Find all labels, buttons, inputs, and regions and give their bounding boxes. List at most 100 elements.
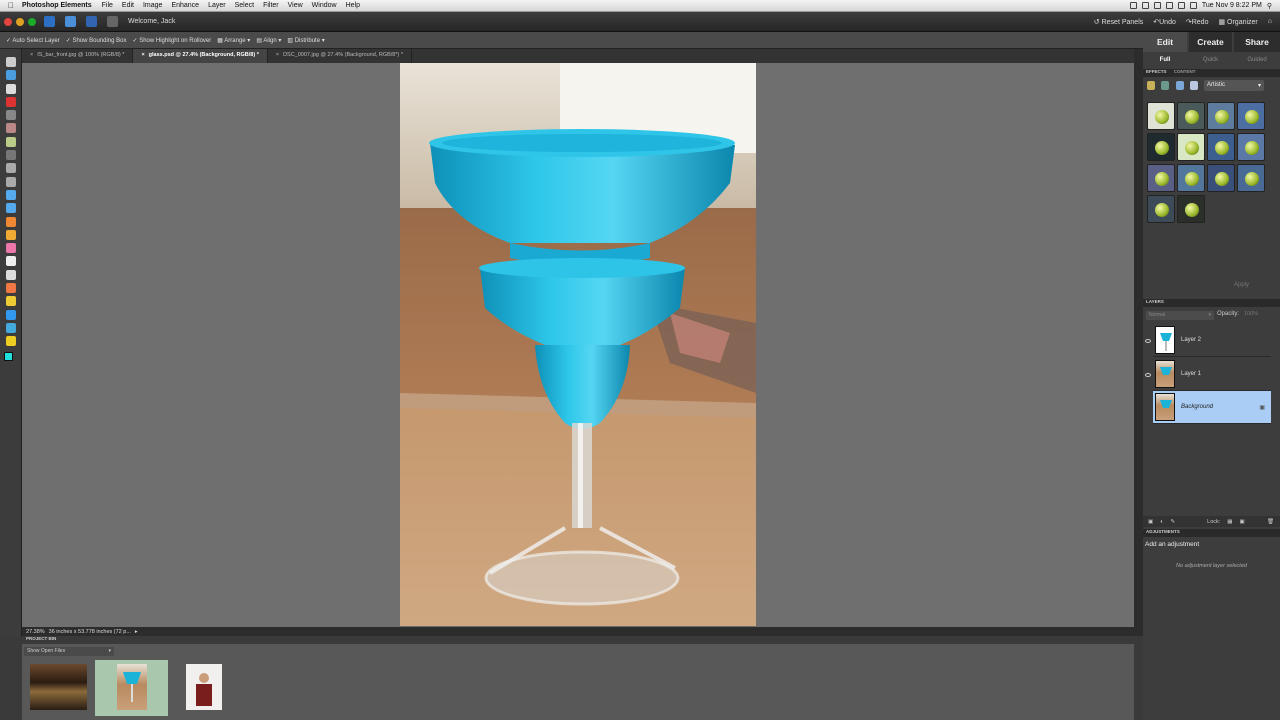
delete-layer-icon[interactable]: 🗑: [1267, 519, 1274, 525]
close-window-button[interactable]: [4, 17, 12, 26]
home-icon[interactable]: ⌂: [1268, 18, 1272, 26]
bluetooth-icon[interactable]: [1153, 2, 1161, 9]
save-icon[interactable]: [65, 16, 76, 27]
glass-photo[interactable]: [400, 63, 756, 626]
effect-thumbnail[interactable]: [1177, 102, 1205, 130]
tab-create[interactable]: Create: [1189, 32, 1232, 52]
tab-dsc[interactable]: × DSC_0007.jpg @ 27.4% (Background, RGB/8…: [268, 49, 413, 63]
blend-mode-dropdown[interactable]: Normal ▾: [1146, 311, 1214, 320]
spotlight-icon[interactable]: ⚲: [1267, 2, 1272, 10]
effect-thumbnail[interactable]: [1177, 133, 1205, 161]
help-icon[interactable]: [86, 16, 97, 27]
paint-bucket-icon[interactable]: [5, 283, 16, 294]
zoom-level[interactable]: 27.38%: [26, 629, 45, 635]
selection-brush-icon[interactable]: [5, 150, 16, 161]
crop-tool-icon[interactable]: [5, 176, 16, 187]
effect-thumbnail[interactable]: [1237, 164, 1265, 192]
tab-share[interactable]: Share: [1234, 32, 1280, 52]
menu-layer[interactable]: Layer: [208, 2, 226, 9]
layer-row-background[interactable]: Background ▣: [1153, 391, 1271, 424]
thumbnail-dsc[interactable]: [186, 664, 222, 710]
marquee-tool-icon[interactable]: [5, 110, 16, 121]
app-menu[interactable]: Photoshop Elements: [22, 2, 92, 9]
cookie-cutter-tool-icon[interactable]: [5, 189, 16, 200]
color-swatches[interactable]: [3, 352, 18, 367]
arrange-dropdown[interactable]: ▦ Arrange ▾: [217, 37, 250, 44]
effect-thumbnail[interactable]: [1207, 102, 1235, 130]
effect-thumbnail[interactable]: [1177, 164, 1205, 192]
eyedropper-tool-icon[interactable]: [5, 96, 16, 107]
menu-window[interactable]: Window: [312, 2, 337, 9]
foreground-color[interactable]: [3, 352, 13, 362]
effect-thumbnail[interactable]: [1207, 164, 1235, 192]
brush-tool-icon[interactable]: [5, 256, 16, 267]
layer-row-layer-2[interactable]: Layer 2: [1153, 324, 1271, 357]
show-open-files-dropdown[interactable]: Show Open Files ▾: [24, 647, 114, 656]
layer-row-layer-1[interactable]: Layer 1: [1153, 358, 1271, 391]
blur-tool-icon[interactable]: [5, 322, 16, 333]
effect-thumbnail[interactable]: [1237, 133, 1265, 161]
layer-2-visibility-eye-icon[interactable]: [1145, 339, 1151, 343]
minimize-window-button[interactable]: [16, 17, 24, 26]
document-info-arrow-icon[interactable]: ▸: [135, 629, 138, 635]
move-tool-icon[interactable]: [5, 57, 16, 67]
gradient-tool-icon[interactable]: [5, 296, 16, 307]
menu-enhance[interactable]: Enhance: [171, 2, 199, 9]
filters-icon[interactable]: [1147, 81, 1155, 90]
wifi-icon[interactable]: [1165, 2, 1173, 9]
opacity-field[interactable]: 100%: [1244, 311, 1258, 317]
redo-button[interactable]: ↷Redo: [1186, 18, 1209, 26]
tab-glass[interactable]: × glass.psd @ 27.4% (Background, RGB/8) *: [133, 49, 268, 63]
menu-edit[interactable]: Edit: [122, 2, 134, 9]
photoshop-elements-icon[interactable]: [44, 16, 55, 27]
lock-transparent-icon[interactable]: ▦: [1227, 519, 1232, 525]
effect-thumbnail[interactable]: [1237, 102, 1265, 130]
apple-icon[interactable]: : [0, 1, 22, 10]
shape-tool-icon[interactable]: [5, 309, 16, 320]
new-layer-icon[interactable]: ▣: [1148, 519, 1153, 525]
edit-brush-icon[interactable]: ✎: [1171, 519, 1176, 525]
effect-thumbnail[interactable]: [1177, 195, 1205, 223]
sponge-tool-icon[interactable]: [5, 336, 16, 347]
effect-thumbnail[interactable]: [1147, 164, 1175, 192]
layer-styles-icon[interactable]: [1161, 81, 1169, 90]
volume-icon[interactable]: [1177, 2, 1185, 9]
tab-bar-front[interactable]: × IS_bar_front.jpg @ 100% (RGB/8) *: [22, 49, 134, 63]
thumbnail-glass[interactable]: [117, 664, 147, 710]
new-adjustment-layer-icon[interactable]: ◐: [1160, 519, 1163, 525]
zoom-window-button[interactable]: [28, 17, 36, 26]
auto-select-layer-checkbox[interactable]: ✓ Auto Select Layer: [6, 37, 60, 44]
apply-button[interactable]: Apply: [1234, 282, 1249, 288]
tab-guided[interactable]: Guided: [1234, 53, 1280, 67]
red-eye-tool-icon[interactable]: [5, 203, 16, 214]
lock-all-icon[interactable]: ▣: [1240, 519, 1245, 525]
align-dropdown[interactable]: ▤ Align ▾: [256, 37, 281, 44]
type-tool-icon[interactable]: [5, 163, 16, 174]
workspace-icon[interactable]: [107, 16, 118, 27]
effect-thumbnail[interactable]: [1207, 133, 1235, 161]
clock[interactable]: Tue Nov 9 8:22 PM: [1202, 2, 1262, 9]
eraser-tool-icon[interactable]: [5, 243, 16, 254]
menu-view[interactable]: View: [288, 2, 303, 9]
menu-help[interactable]: Help: [346, 2, 360, 9]
clone-stamp-icon[interactable]: [5, 229, 16, 240]
layer-1-visibility-eye-icon[interactable]: [1145, 373, 1151, 377]
healing-brush-icon[interactable]: [5, 216, 16, 227]
menu-select[interactable]: Select: [235, 2, 254, 9]
content-tab[interactable]: CONTENT: [1174, 69, 1196, 74]
effects-tab[interactable]: EFFECTS: [1146, 69, 1167, 74]
all-effects-icon[interactable]: [1190, 81, 1198, 90]
effect-thumbnail[interactable]: [1147, 102, 1175, 130]
magic-wand-tool-icon[interactable]: [5, 136, 16, 147]
menu-filter[interactable]: Filter: [263, 2, 279, 9]
reset-panels-button[interactable]: ↺ Reset Panels: [1094, 18, 1143, 26]
battery-icon[interactable]: [1189, 2, 1197, 9]
show-highlight-checkbox[interactable]: ✓ Show Highlight on Rollover: [133, 37, 212, 44]
effects-category-dropdown[interactable]: Artistic ▾: [1204, 80, 1264, 91]
tab-full[interactable]: Full: [1143, 53, 1187, 67]
undo-button[interactable]: ↶Undo: [1153, 18, 1176, 26]
hand-tool-icon[interactable]: [5, 83, 16, 94]
effect-thumbnail[interactable]: [1147, 133, 1175, 161]
menu-file[interactable]: File: [102, 2, 113, 9]
thumbnail-bar-front[interactable]: [30, 664, 87, 710]
